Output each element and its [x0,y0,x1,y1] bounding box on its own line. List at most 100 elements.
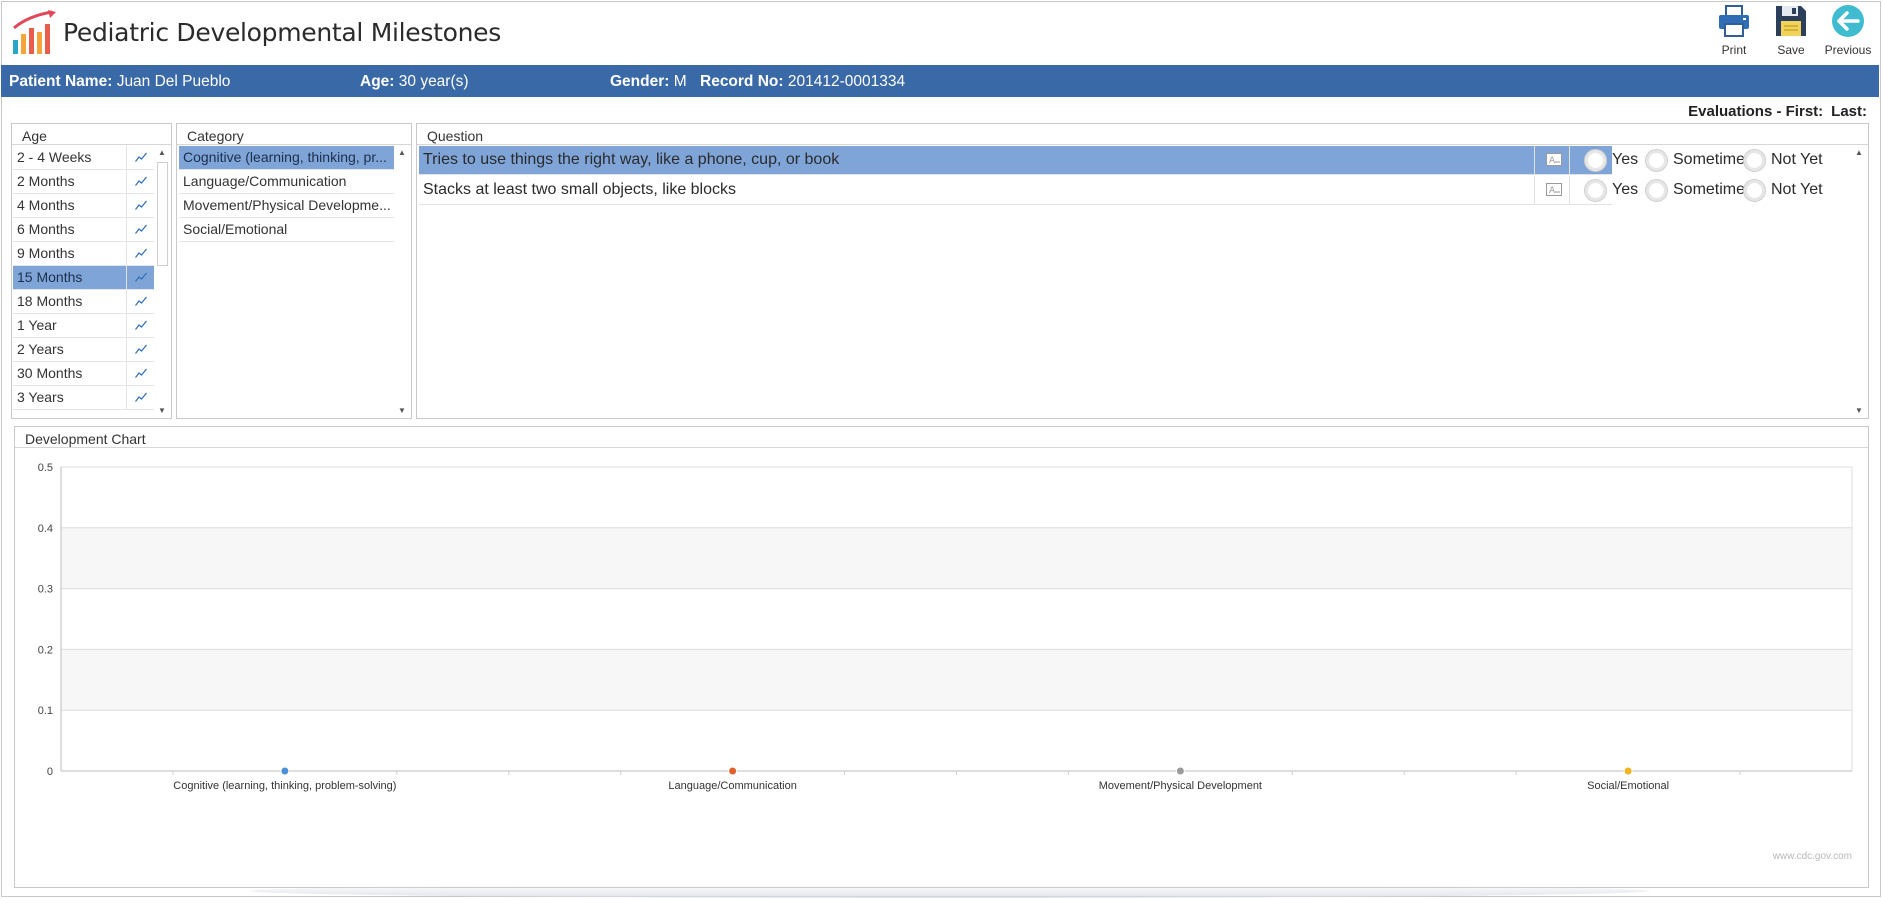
category-panel: Category Cognitive (learning, thinking, … [176,123,412,419]
question-list-scrollbar[interactable]: ▲ ▼ [1851,146,1867,418]
question-row[interactable]: Stacks at least two small objects, like … [419,176,1823,205]
x-tick-label: Social/Emotional [1587,780,1669,792]
category-item-label: Movement/Physical Developme... [183,197,391,213]
view-chart-button[interactable] [126,242,154,265]
question-text: Tries to use things the right way, like … [423,151,840,168]
category-item-label: Cognitive (learning, thinking, pr... [183,149,387,165]
scroll-up-arrow-icon[interactable]: ▲ [154,146,170,160]
age-item-label: 15 Months [17,269,83,285]
category-list[interactable]: Cognitive (learning, thinking, pr... Lang… [178,146,394,242]
line-chart-icon [135,176,147,186]
question-row[interactable]: Tries to use things the right way, like … [419,146,1823,175]
view-chart-button[interactable] [126,386,154,409]
note-icon: A [1546,183,1562,196]
line-chart-icon [135,152,147,162]
view-chart-button[interactable] [126,170,154,193]
chart-band [61,467,1852,528]
note-button[interactable]: A [1534,176,1570,205]
scroll-down-arrow-icon[interactable]: ▼ [154,404,170,418]
view-chart-button[interactable] [126,218,154,241]
age-item[interactable]: 4 Months [13,194,154,218]
scroll-up-arrow-icon[interactable]: ▲ [394,146,410,160]
age-item[interactable]: 2 Months [13,170,154,194]
floppy-disk-icon [1776,6,1806,36]
radio-button[interactable] [1645,179,1668,202]
age-item[interactable]: 9 Months [13,242,154,266]
y-tick-label: 0.3 [38,584,53,596]
patient-gender: Gender: M [610,73,687,90]
radio-button[interactable] [1743,179,1766,202]
previous-button[interactable]: Previous [1820,4,1876,62]
view-chart-button[interactable] [126,194,154,217]
answer-option-label: Yes [1612,151,1639,168]
line-chart-icon [135,368,147,378]
note-icon: A [1546,153,1562,166]
age-item[interactable]: 2 - 4 Weeks [13,146,154,170]
age-item[interactable]: 30 Months [13,362,154,386]
development-chart-header: Development Chart [15,427,1868,448]
category-item[interactable]: Language/Communication [179,170,394,194]
scroll-down-arrow-icon[interactable]: ▼ [394,404,410,418]
answer-option-label: Sometimes [1673,181,1754,198]
age-item-label: 1 Year [17,317,57,333]
line-chart-icon [135,200,147,210]
category-item[interactable]: Movement/Physical Developme... [179,194,394,218]
line-chart-icon [135,248,147,258]
age-item[interactable]: 18 Months [13,290,154,314]
y-tick-label: 0.1 [38,705,53,717]
evaluations-summary: Evaluations - First: Last: [1688,103,1867,120]
age-item[interactable]: 1 Year [13,314,154,338]
view-chart-button[interactable] [126,362,154,385]
note-button[interactable]: A [1534,146,1570,175]
category-list-scrollbar[interactable]: ▲ ▼ [394,146,410,418]
data-point [1175,766,1185,776]
save-button[interactable]: Save [1763,4,1819,62]
x-tick-label: Cognitive (learning, thinking, problem-s… [173,780,396,792]
scroll-thumb[interactable] [157,162,168,266]
age-item-label: 6 Months [17,221,75,237]
line-chart-icon [135,392,147,402]
app-title: Pediatric Developmental Milestones [63,18,501,47]
watermark-text: www.cdc.gov.com [1772,851,1852,862]
question-panel: Question Tries to use things the right w… [416,123,1869,419]
age-item[interactable]: 3 Years [13,386,154,410]
radio-button[interactable] [1743,149,1766,172]
view-chart-button[interactable] [126,314,154,337]
y-tick-label: 0.5 [38,462,53,474]
y-tick-label: 0.4 [38,523,53,535]
answer-option-label: Not Yet [1771,181,1823,198]
radio-button[interactable] [1584,179,1607,202]
age-item[interactable]: 6 Months [13,218,154,242]
age-list[interactable]: 2 - 4 Weeks 2 Months 4 Months 6 Months 9 Mon… [13,146,154,410]
x-tick-label: Language/Communication [668,780,796,792]
scroll-up-arrow-icon[interactable]: ▲ [1851,146,1867,160]
line-chart-icon [135,296,147,306]
radio-button[interactable] [1645,149,1668,172]
bottom-shadow [250,884,1650,898]
back-arrow-icon [1832,5,1864,37]
age-item[interactable]: 2 Years [13,338,154,362]
age-item-label: 2 - 4 Weeks [17,149,92,165]
age-item[interactable]: 15 Months [13,266,154,290]
category-item[interactable]: Social/Emotional [179,218,394,242]
view-chart-button[interactable] [126,338,154,361]
age-panel-header: Age [12,124,171,145]
app-header: Pediatric Developmental Milestones Print… [0,0,1880,64]
patient-age: Age: 30 year(s) [360,73,469,90]
view-chart-button[interactable] [126,290,154,313]
age-item-label: 3 Years [17,389,64,405]
line-chart-icon [135,224,147,234]
view-chart-button[interactable] [126,266,154,289]
category-item-label: Social/Emotional [183,221,288,237]
category-item[interactable]: Cognitive (learning, thinking, pr... [179,146,394,170]
svg-text:A: A [1549,156,1556,166]
print-button[interactable]: Print [1706,4,1762,62]
x-tick-label: Movement/Physical Development [1099,780,1262,792]
scroll-down-arrow-icon[interactable]: ▼ [1851,404,1867,418]
radio-button[interactable] [1584,149,1607,172]
growth-chart-logo-icon [13,10,56,54]
age-list-scrollbar[interactable]: ▲ ▼ [154,146,170,418]
chart-band [61,527,1852,589]
data-point [280,766,290,776]
view-chart-button[interactable] [126,146,154,169]
